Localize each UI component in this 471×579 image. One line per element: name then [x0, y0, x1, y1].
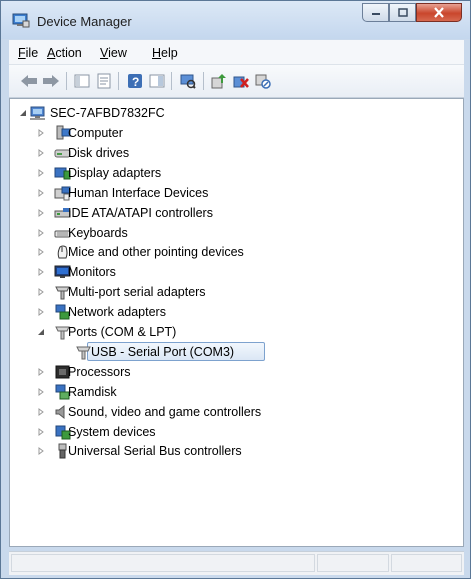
menu-file[interactable]: File [18, 46, 38, 60]
menu-label-text: iew [108, 46, 127, 60]
close-icon [434, 7, 444, 18]
disable-device-icon[interactable] [254, 72, 272, 90]
tree-category-node[interactable]: IDE ATA/ATAPI controllers [10, 203, 460, 223]
expand-arrow-icon[interactable] [37, 268, 45, 277]
tree-node-label: Sound, video and game controllers [68, 404, 262, 419]
back-arrow-icon[interactable] [20, 72, 38, 90]
tree-category-node[interactable]: Processors [10, 362, 460, 382]
toolbar-separator [118, 72, 119, 90]
expand-arrow-icon[interactable] [37, 129, 45, 137]
expand-arrow-icon[interactable] [37, 447, 45, 456]
tree-category-node[interactable]: Disk drives [10, 143, 460, 163]
port-icon [75, 344, 92, 360]
tree-category-node[interactable]: Mice and other pointing devices [10, 242, 460, 262]
properties-icon[interactable] [95, 72, 113, 90]
tree-category-node[interactable]: Ports (COM & LPT) [10, 322, 460, 342]
update-driver-icon[interactable] [210, 72, 228, 90]
window-controls [362, 3, 462, 23]
collapse-arrow-icon[interactable] [19, 109, 27, 117]
tree-category-node[interactable]: Network adapters [10, 302, 460, 322]
tree-node-label: USB - Serial Port (COM3) [91, 344, 235, 359]
menu-access-key: V [100, 46, 109, 60]
tree-node-label: Ramdisk [68, 384, 117, 399]
tree-node-label: Computer [68, 126, 123, 140]
expand-arrow-icon[interactable] [37, 248, 45, 257]
collapse-arrow-icon[interactable] [37, 328, 45, 336]
tree-node-label: Network adapters [68, 305, 166, 320]
scan-hardware-changes-icon[interactable] [179, 72, 197, 90]
show-hide-console-tree-icon[interactable] [73, 72, 91, 90]
menu-bar: File Action View Help [9, 40, 464, 65]
status-bar [9, 551, 464, 575]
computer-network-icon [29, 105, 46, 121]
window-title: Device Manager [37, 14, 132, 29]
device-manager-window: Device Manager File Action View Help ? S… [0, 0, 471, 579]
tree-category-node[interactable]: Universal Serial Bus controllers [10, 441, 460, 461]
svg-text:?: ? [132, 75, 139, 89]
menu-label-text: ile [25, 46, 39, 60]
forward-arrow-icon[interactable] [42, 72, 60, 90]
tree-node-label: Display adapters [68, 165, 162, 180]
toolbar-separator [171, 72, 172, 90]
tree-category-node[interactable]: Ramdisk [10, 382, 460, 402]
tree-node-label: Processors [68, 364, 131, 379]
tree-node-label: Ports (COM & LPT) [68, 325, 177, 339]
tree-category-node[interactable]: Multi-port serial adapters [10, 282, 460, 302]
expand-arrow-icon[interactable] [37, 288, 45, 297]
computer-name-label: SEC-7AFBD7832FC [50, 106, 165, 120]
expand-arrow-icon[interactable] [37, 188, 45, 197]
show-action-pane-icon[interactable] [148, 72, 166, 90]
menu-view[interactable]: View [100, 46, 127, 60]
tree-node-label: Human Interface Devices [68, 185, 209, 200]
menu-help[interactable]: Help [152, 46, 178, 60]
menu-access-key: F [18, 46, 26, 60]
tree-node-label: Keyboards [68, 225, 128, 240]
tree-node-label: Universal Serial Bus controllers [68, 444, 242, 459]
expand-arrow-icon[interactable] [37, 308, 45, 317]
expand-arrow-icon[interactable] [37, 228, 45, 237]
uninstall-device-icon[interactable] [232, 72, 250, 90]
help-icon[interactable]: ? [126, 72, 144, 90]
tree-device-node[interactable]: USB - Serial Port (COM3) [10, 341, 460, 362]
tree-category-node[interactable]: Monitors [10, 262, 460, 282]
status-segment [391, 554, 462, 572]
close-button[interactable] [416, 3, 462, 22]
expand-arrow-icon[interactable] [37, 407, 45, 416]
minimize-button[interactable] [362, 3, 389, 22]
tree-node-label: IDE ATA/ATAPI controllers [68, 205, 213, 220]
device-tree[interactable]: SEC-7AFBD7832FC Computer Disk drives Displ… [9, 98, 464, 547]
tree-root-node[interactable]: SEC-7AFBD7832FC [10, 103, 460, 123]
tree-category-node[interactable]: Computer [10, 123, 460, 143]
expand-arrow-icon[interactable] [37, 208, 45, 217]
toolbar-separator [66, 72, 67, 90]
tree-node-label: System devices [68, 424, 156, 439]
tree-node-label: Mice and other pointing devices [68, 245, 244, 260]
expand-arrow-icon[interactable] [37, 148, 45, 157]
tree-category-node[interactable]: Human Interface Devices [10, 183, 460, 203]
expand-arrow-icon[interactable] [37, 387, 45, 396]
tree-node-label: Multi-port serial adapters [68, 285, 206, 300]
tree-category-node[interactable]: System devices [10, 422, 460, 442]
menu-label-text: elp [161, 46, 178, 60]
toolbar: ? [9, 65, 464, 98]
menu-label-text: ction [55, 46, 82, 60]
expand-arrow-icon[interactable] [37, 427, 45, 436]
expand-arrow-icon[interactable] [37, 168, 45, 177]
title-bar[interactable]: Device Manager [1, 1, 470, 39]
maximize-button[interactable] [389, 3, 416, 22]
menu-access-key: H [152, 46, 162, 60]
minimize-icon [371, 12, 380, 15]
toolbar-separator [203, 72, 204, 90]
device-manager-icon [12, 12, 30, 28]
expand-arrow-icon[interactable] [37, 367, 45, 376]
tree-node-label: Disk drives [68, 145, 130, 160]
tree-category-node[interactable]: Display adapters [10, 163, 460, 183]
tree-category-node[interactable]: Keyboards [10, 223, 460, 243]
status-segment [317, 554, 389, 572]
menu-action[interactable]: Action [47, 46, 82, 60]
status-segment [11, 554, 315, 572]
tree-node-label: Monitors [68, 265, 116, 280]
maximize-icon [397, 8, 408, 17]
tree-category-node[interactable]: Sound, video and game controllers [10, 402, 460, 422]
